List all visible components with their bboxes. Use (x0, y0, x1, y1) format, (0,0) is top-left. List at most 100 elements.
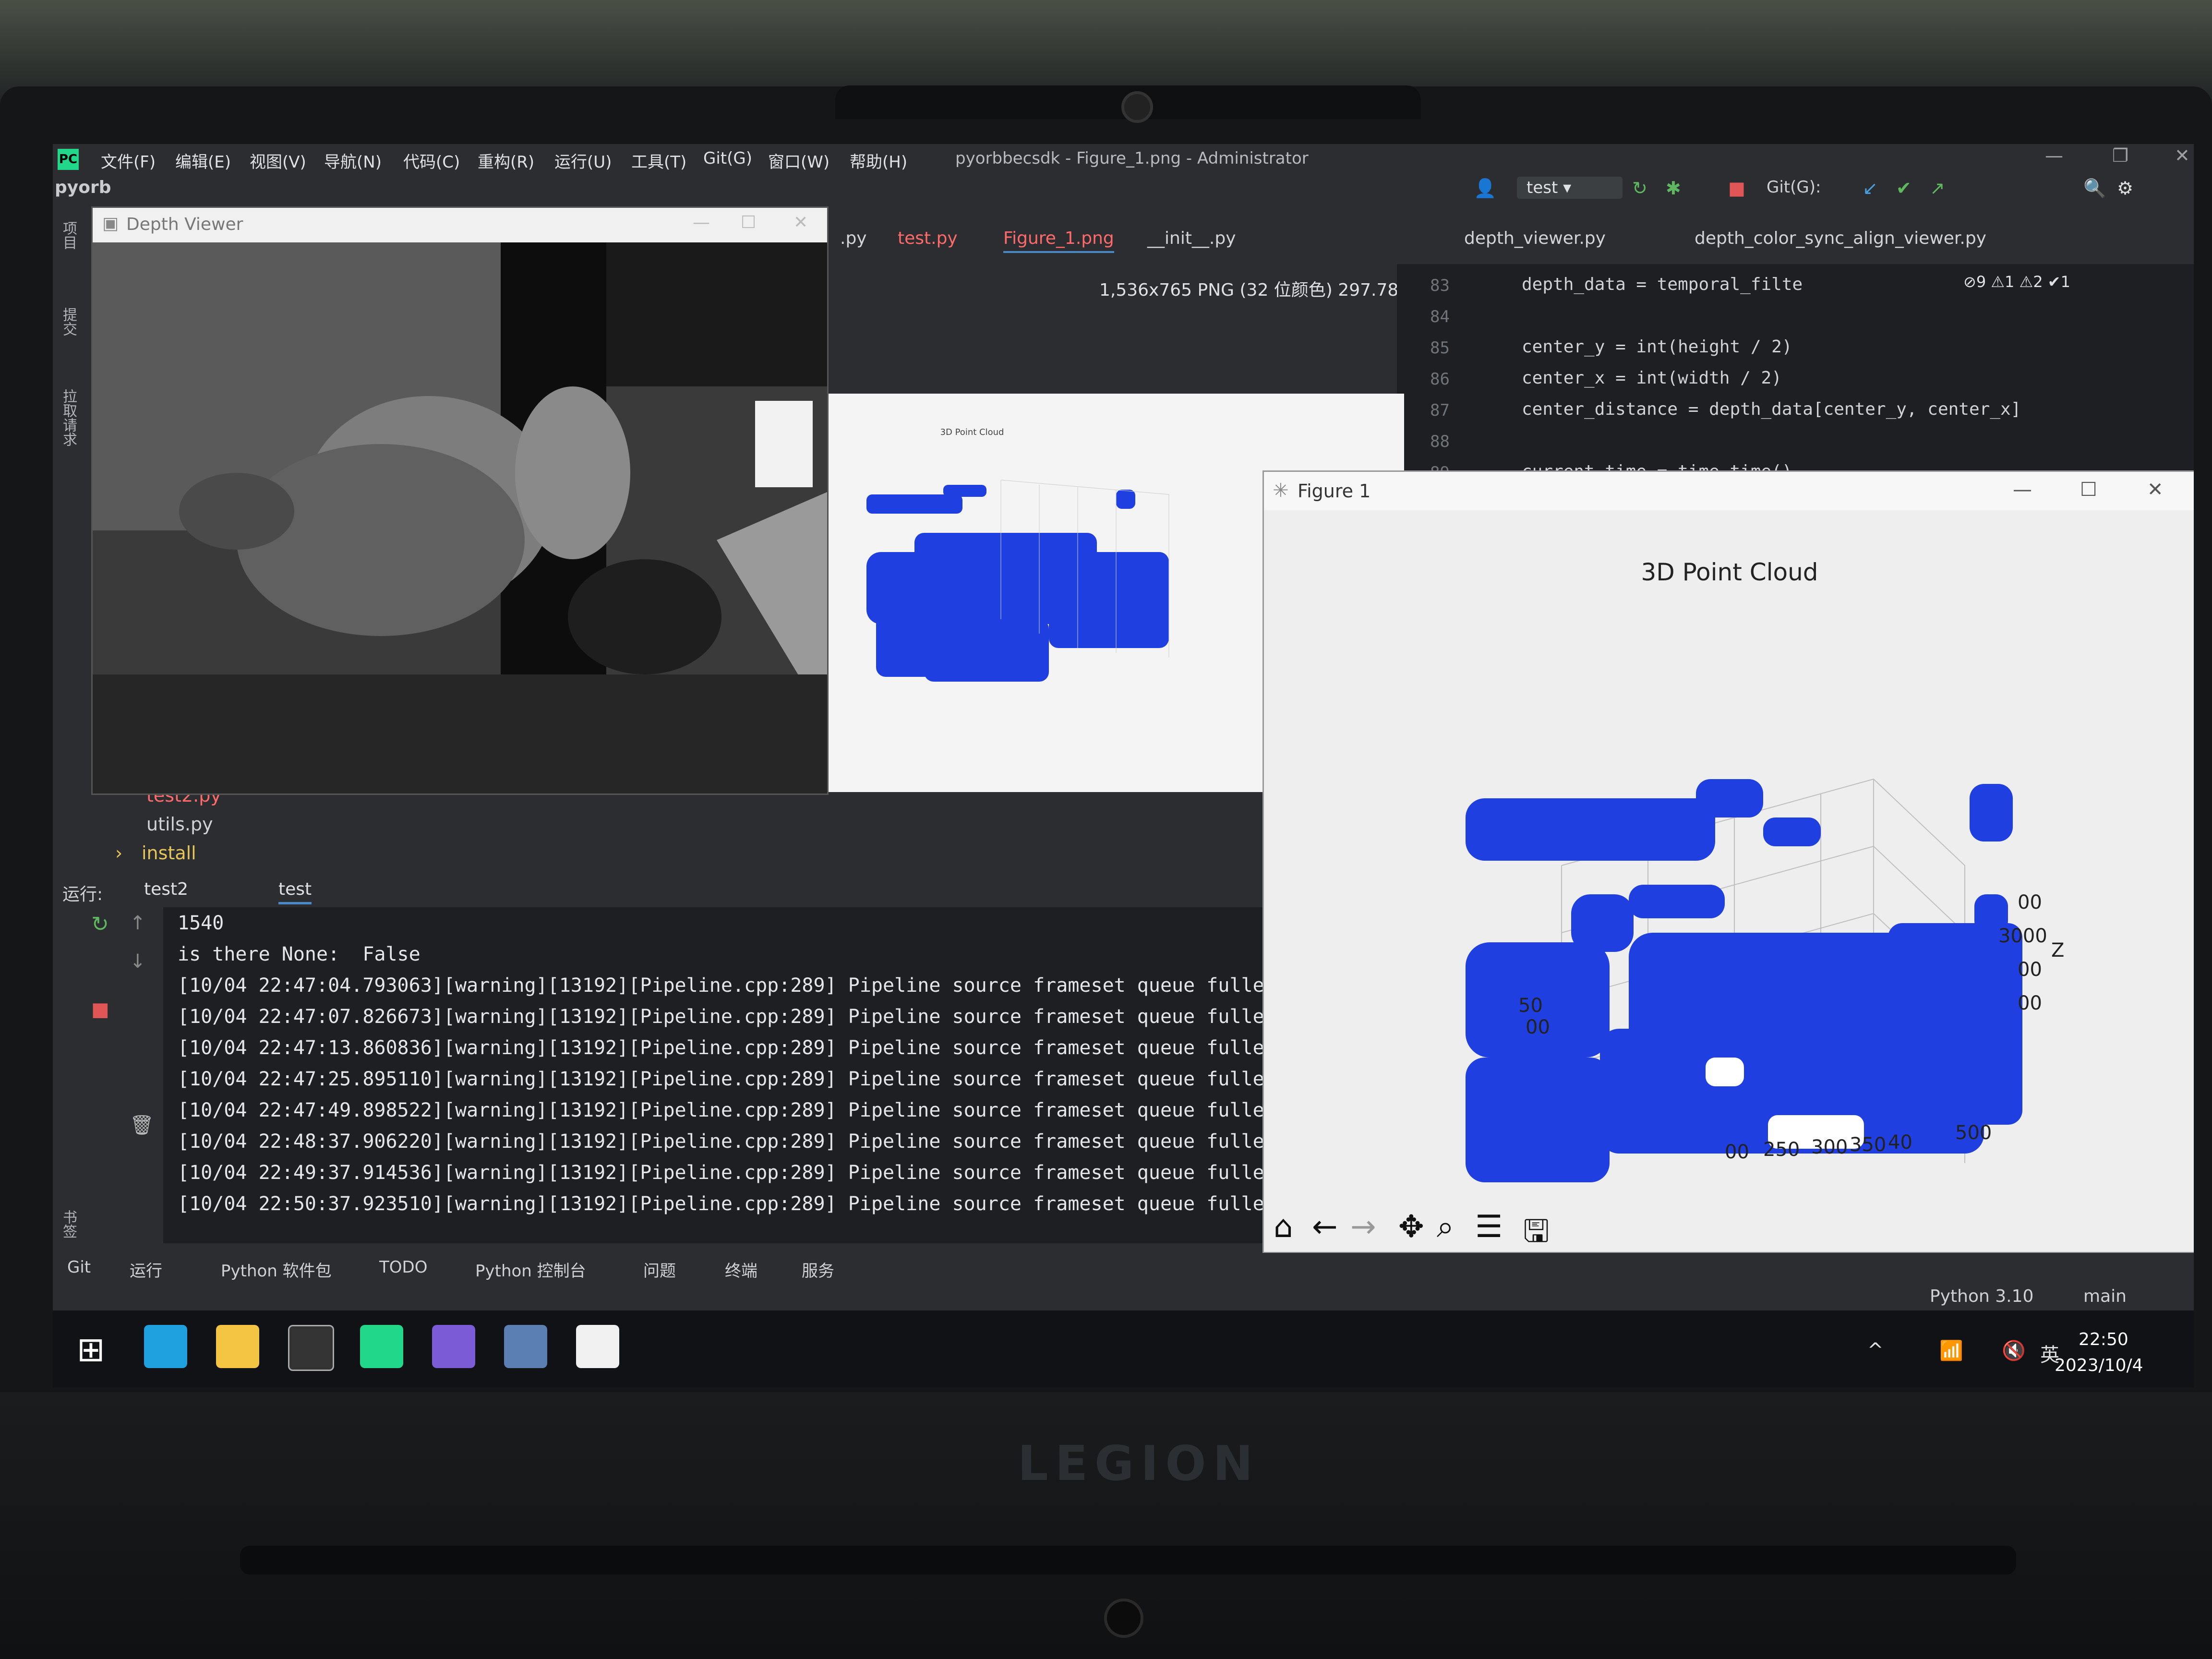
git-tool-button[interactable]: Git (67, 1258, 91, 1277)
menu-git[interactable]: Git(G) (703, 149, 752, 168)
volume-muted-icon[interactable]: 🔇 (2002, 1339, 2026, 1362)
close-icon[interactable]: ✕ (793, 213, 808, 232)
gear-icon[interactable]: ⚙ (2117, 178, 2133, 199)
pycharm-icon: PC (58, 149, 79, 170)
depth-viewer-titlebar[interactable]: ▣ Depth Viewer — ☐ ✕ (93, 208, 827, 242)
restore-icon[interactable]: ❐ (2112, 145, 2128, 166)
git-update-icon[interactable]: ↙ (1863, 178, 1878, 199)
python-window-icon[interactable] (504, 1325, 547, 1368)
python-packages-tool-button[interactable]: Python 软件包 (221, 1258, 332, 1281)
menu-view[interactable]: 视图(V) (250, 149, 306, 172)
minimize-icon[interactable]: — (2045, 145, 2063, 166)
chevron-right-icon[interactable]: › (115, 842, 122, 864)
thumbnail-title: 3D Point Cloud (940, 427, 1004, 437)
pan-icon[interactable]: ✥ (1398, 1209, 1424, 1245)
git-commit-icon[interactable]: ✔ (1896, 178, 1911, 199)
commit-tool-tab[interactable]: 提交 (58, 307, 79, 336)
menu-file[interactable]: 文件(F) (101, 149, 156, 172)
menu-tools[interactable]: 工具(T) (631, 149, 686, 172)
stop-icon[interactable]: ■ (1728, 178, 1745, 199)
tab-init-py[interactable]: __init__.py (1147, 228, 1236, 248)
terminal-icon[interactable] (288, 1325, 334, 1371)
rerun-icon[interactable]: ↻ (91, 912, 109, 937)
edge-icon[interactable] (144, 1325, 187, 1368)
pycharm-taskbar-icon[interactable] (360, 1325, 403, 1368)
line-number: 88 (1430, 432, 1450, 451)
z-axis-label: Z (2051, 939, 2064, 962)
line-number: 85 (1430, 338, 1450, 358)
home-icon[interactable]: ⌂ (1274, 1209, 1293, 1245)
back-icon[interactable]: ← (1312, 1209, 1338, 1245)
arrow-up-icon[interactable]: ↑ (130, 912, 146, 934)
maximize-icon[interactable]: ☐ (2080, 479, 2097, 501)
tab-py[interactable]: .py (840, 228, 867, 248)
git-push-icon[interactable]: ↗ (1930, 178, 1945, 199)
todo-tool-button[interactable]: TODO (379, 1258, 427, 1277)
run-tab-test2[interactable]: test2 (144, 879, 188, 899)
matplotlib-taskbar-icon[interactable] (576, 1325, 619, 1368)
arrow-down-icon[interactable]: ↓ (130, 950, 146, 973)
tab-test-py[interactable]: test.py (898, 228, 958, 248)
project-tool-tab[interactable]: 项目 (58, 221, 79, 250)
figure-titlebar[interactable]: ✳ Figure 1 — ☐ ✕ (1264, 472, 2194, 510)
point-cloud-plot[interactable]: 00 3000 00 00 Z 50 00 00 250 300 350 40 … (1264, 597, 2194, 1197)
minimize-icon[interactable]: — (2013, 479, 2032, 501)
problems-tool-button[interactable]: 问题 (643, 1258, 676, 1281)
tab-figure-png[interactable]: Figure_1.png (1003, 228, 1114, 253)
stop-icon[interactable]: ■ (91, 998, 109, 1021)
pull-request-tool-tab[interactable]: 拉取请求 (58, 389, 79, 446)
code-line: depth_data = temporal_filte (1522, 275, 1803, 294)
python-console-tool-button[interactable]: Python 控制台 (475, 1258, 586, 1281)
debug-icon[interactable]: ✱ (1666, 178, 1681, 199)
interpreter-status[interactable]: Python 3.10 (1930, 1286, 2033, 1306)
run-config-selector[interactable]: test ▾ (1517, 177, 1623, 199)
menu-window[interactable]: 窗口(W) (768, 149, 830, 172)
maximize-icon[interactable]: ☐ (741, 213, 756, 232)
close-icon[interactable]: ✕ (2147, 479, 2164, 501)
z-tick: 3000 (1998, 925, 2047, 947)
close-icon[interactable]: ✕ (2175, 145, 2190, 166)
menu-refactor[interactable]: 重构(R) (478, 149, 534, 172)
run-tool-button[interactable]: 运行 (130, 1258, 162, 1281)
matplotlib-icon: ✳ (1273, 480, 1289, 502)
search-icon[interactable]: 🔍 (2083, 178, 2106, 199)
bookmarks-tool-tab[interactable]: 书签 (58, 1210, 79, 1238)
menu-help[interactable]: 帮助(H) (850, 149, 907, 172)
menu-run[interactable]: 运行(U) (554, 149, 612, 172)
account-icon[interactable]: 👤 (1474, 178, 1496, 199)
menu-edit[interactable]: 编辑(E) (175, 149, 231, 172)
clock-date[interactable]: 2023/10/4 (2055, 1356, 2143, 1375)
chevron-up-icon[interactable]: ^ (1867, 1339, 1884, 1361)
brand-logo: LEGION (1018, 1435, 1260, 1491)
file-explorer-icon[interactable] (216, 1325, 259, 1368)
configure-icon[interactable]: ☰ (1475, 1209, 1503, 1245)
run-tab-test[interactable]: test (278, 879, 312, 904)
clock-time[interactable]: 22:50 (2079, 1330, 2128, 1349)
window-app-icon: ▣ (102, 214, 119, 233)
windows-start-icon[interactable]: ⊞ (77, 1330, 105, 1369)
project-name[interactable]: pyorb (55, 178, 111, 197)
github-desktop-icon[interactable] (432, 1325, 475, 1368)
forward-icon[interactable]: → (1350, 1209, 1376, 1245)
tab-depth-color-sync-align-viewer-py[interactable]: depth_color_sync_align_viewer.py (1695, 228, 1986, 248)
tree-folder-install[interactable]: install (142, 842, 196, 864)
inspection-widget[interactable]: ⊘9 ⚠1 ⚠2 ✔1 (1963, 273, 2070, 291)
wifi-icon[interactable]: 📶 (1939, 1339, 1963, 1362)
terminal-tool-button[interactable]: 终端 (725, 1258, 757, 1281)
branch-status[interactable]: main (2083, 1286, 2127, 1306)
menu-code[interactable]: 代码(C) (403, 149, 460, 172)
minimize-icon[interactable]: — (693, 213, 710, 232)
depth-viewer-window[interactable]: ▣ Depth Viewer — ☐ ✕ (91, 206, 829, 795)
image-info: 1,536x765 PNG (32 位颜色) 297.78 kB (1099, 280, 1426, 300)
menu-navigate[interactable]: 导航(N) (324, 149, 382, 172)
console-line: [10/04 22:47:25.895110][warning][13192][… (178, 1068, 1287, 1090)
services-tool-button[interactable]: 服务 (802, 1258, 834, 1281)
trash-icon[interactable]: 🗑 (130, 1114, 154, 1136)
rerun-icon[interactable]: ↻ (1632, 178, 1647, 199)
line-number: 83 (1430, 276, 1450, 295)
tab-depth-viewer-py[interactable]: depth_viewer.py (1464, 228, 1606, 248)
tree-file-utils-py[interactable]: utils.py (146, 814, 213, 835)
zoom-icon[interactable]: ⌕ (1437, 1209, 1454, 1245)
figure-1-window[interactable]: ✳ Figure 1 — ☐ ✕ 3D Point Cloud 00 3000 … (1262, 470, 2194, 1253)
run-console[interactable]: ↻ ■ ↑ ↓ 🗑 1540 is there None: False [10/… (82, 907, 1287, 1243)
